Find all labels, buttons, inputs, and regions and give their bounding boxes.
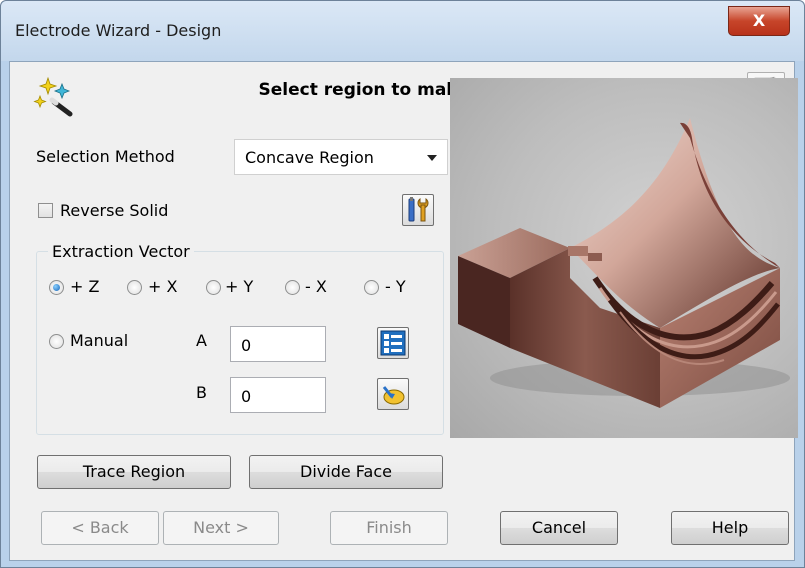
reverse-solid-label: Reverse Solid xyxy=(60,201,169,220)
angle-b-field[interactable] xyxy=(230,377,326,413)
title-bar[interactable]: Electrode Wizard - Design X xyxy=(1,1,804,61)
radio-minus-y-label: - Y xyxy=(385,277,406,296)
electrode-preview-viewport[interactable] xyxy=(450,78,798,438)
angle-a-input[interactable] xyxy=(239,335,319,356)
close-button[interactable]: X xyxy=(728,6,790,36)
radio-minus-y[interactable] xyxy=(364,280,379,295)
back-button[interactable]: < Back xyxy=(41,511,159,545)
finish-button[interactable]: Finish xyxy=(330,511,448,545)
angle-a-field[interactable] xyxy=(230,326,326,362)
radio-plus-y[interactable] xyxy=(206,280,221,295)
wrench-screwdriver-icon xyxy=(408,197,429,222)
cancel-button[interactable]: Cancel xyxy=(500,511,618,545)
radio-manual[interactable] xyxy=(49,334,64,349)
extraction-vector-label: Extraction Vector xyxy=(48,242,194,261)
help-button[interactable]: Help xyxy=(671,511,789,545)
radio-manual-label: Manual xyxy=(70,331,129,350)
radio-plus-x[interactable] xyxy=(127,280,142,295)
pick-direction-button[interactable] xyxy=(377,378,409,410)
xyz-list-icon xyxy=(380,330,406,356)
selection-method-label: Selection Method xyxy=(36,147,175,166)
radio-minus-x[interactable] xyxy=(285,280,300,295)
angle-b-label: B xyxy=(196,383,207,402)
reverse-solid-checkbox[interactable] xyxy=(38,203,53,218)
chevron-down-icon xyxy=(427,155,437,161)
electrode-wizard-window: Electrode Wizard - Design X Select regio… xyxy=(0,0,805,568)
next-button[interactable]: Next > xyxy=(163,511,279,545)
radio-plus-z[interactable] xyxy=(49,280,64,295)
angle-a-label: A xyxy=(196,331,207,350)
radio-plus-y-label: + Y xyxy=(225,277,254,296)
selection-method-value: Concave Region xyxy=(245,148,374,167)
divide-face-button[interactable]: Divide Face xyxy=(249,455,443,489)
window-title: Electrode Wizard - Design xyxy=(15,21,222,40)
radio-minus-x-label: - X xyxy=(305,277,327,296)
electrode-3d-model xyxy=(458,118,790,408)
radio-plus-x-label: + X xyxy=(148,277,178,296)
direction-picker-icon xyxy=(382,386,405,405)
xyz-vector-button[interactable] xyxy=(377,327,409,359)
tools-button[interactable] xyxy=(402,194,434,226)
trace-region-button[interactable]: Trace Region xyxy=(37,455,231,489)
angle-b-input[interactable] xyxy=(239,386,319,407)
selection-method-dropdown[interactable]: Concave Region xyxy=(234,139,448,175)
radio-plus-z-label: + Z xyxy=(70,277,100,296)
